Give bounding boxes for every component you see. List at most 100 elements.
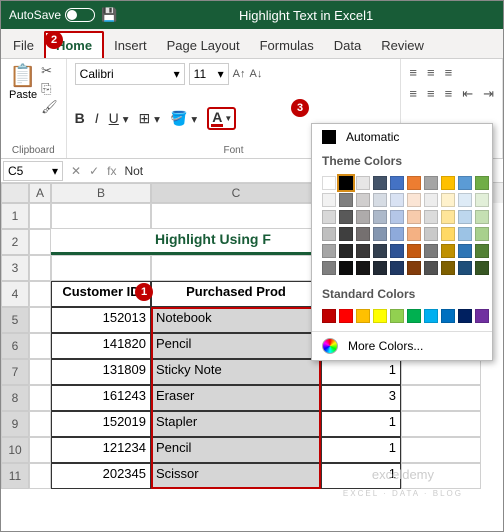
color-swatch[interactable] bbox=[373, 210, 387, 224]
row-header[interactable]: 1 bbox=[1, 203, 29, 229]
save-icon[interactable]: 💾 bbox=[101, 7, 117, 23]
color-swatch[interactable] bbox=[390, 227, 404, 241]
cell-product[interactable]: Scissor bbox=[151, 463, 321, 489]
italic-button[interactable]: I bbox=[95, 110, 99, 126]
color-swatch[interactable] bbox=[322, 193, 336, 207]
cell-qty[interactable]: 1 bbox=[321, 359, 401, 385]
color-swatch[interactable] bbox=[441, 244, 455, 258]
color-swatch[interactable] bbox=[356, 309, 370, 323]
color-swatch[interactable] bbox=[356, 210, 370, 224]
font-name-select[interactable]: Calibri▾ bbox=[75, 63, 185, 85]
bold-button[interactable]: B bbox=[75, 110, 85, 126]
fx-icon[interactable]: fx bbox=[107, 164, 116, 178]
cell-id[interactable]: 152013 bbox=[51, 307, 151, 333]
color-swatch[interactable] bbox=[475, 244, 489, 258]
cancel-icon[interactable]: ✕ bbox=[71, 164, 81, 178]
row-header[interactable]: 9 bbox=[1, 411, 29, 437]
color-swatch[interactable] bbox=[339, 227, 353, 241]
color-swatch[interactable] bbox=[390, 176, 404, 190]
color-swatch[interactable] bbox=[322, 309, 336, 323]
align-right-icon[interactable]: ≡ bbox=[445, 86, 453, 102]
align-left-icon[interactable]: ≡ bbox=[409, 86, 417, 102]
cut-icon[interactable]: ✂ bbox=[41, 63, 58, 79]
row-header[interactable]: 2 bbox=[1, 229, 29, 255]
copy-icon[interactable]: ⎘ bbox=[41, 81, 58, 97]
color-swatch[interactable] bbox=[458, 176, 472, 190]
color-swatch[interactable] bbox=[458, 210, 472, 224]
color-swatch[interactable] bbox=[390, 193, 404, 207]
tab-page-layout[interactable]: Page Layout bbox=[157, 33, 250, 58]
color-swatch[interactable] bbox=[356, 193, 370, 207]
color-swatch[interactable] bbox=[441, 261, 455, 275]
tab-insert[interactable]: Insert bbox=[104, 33, 157, 58]
cell-qty[interactable]: 1 bbox=[321, 463, 401, 489]
align-top-icon[interactable]: ≡ bbox=[409, 65, 417, 80]
borders-button[interactable]: ⊞ ▾ bbox=[139, 110, 160, 127]
enter-icon[interactable]: ✓ bbox=[89, 164, 99, 178]
color-swatch[interactable] bbox=[339, 309, 353, 323]
autosave-toggle[interactable]: AutoSave bbox=[9, 8, 95, 22]
color-swatch[interactable] bbox=[356, 227, 370, 241]
cell-id[interactable]: 131809 bbox=[51, 359, 151, 385]
cell-product[interactable]: Eraser bbox=[151, 385, 321, 411]
decrease-font-icon[interactable]: A↓ bbox=[250, 68, 263, 80]
toggle-pill[interactable] bbox=[65, 8, 95, 22]
row-header[interactable]: 3 bbox=[1, 255, 29, 281]
row-header[interactable]: 5 bbox=[1, 307, 29, 333]
color-swatch[interactable] bbox=[407, 261, 421, 275]
fill-color-button[interactable]: 🪣 ▾ bbox=[170, 110, 197, 127]
color-swatch[interactable] bbox=[373, 176, 387, 190]
color-swatch[interactable] bbox=[373, 309, 387, 323]
color-swatch[interactable] bbox=[322, 176, 336, 190]
row-header[interactable]: 4 bbox=[1, 281, 29, 307]
color-swatch[interactable] bbox=[458, 261, 472, 275]
color-swatch[interactable] bbox=[458, 193, 472, 207]
cell-product[interactable]: Pencil bbox=[151, 437, 321, 463]
color-swatch[interactable] bbox=[390, 309, 404, 323]
color-swatch[interactable] bbox=[458, 244, 472, 258]
color-swatch[interactable] bbox=[373, 244, 387, 258]
row-header[interactable]: 8 bbox=[1, 385, 29, 411]
color-swatch[interactable] bbox=[441, 193, 455, 207]
row-header[interactable]: 10 bbox=[1, 437, 29, 463]
color-swatch[interactable] bbox=[424, 176, 438, 190]
color-swatch[interactable] bbox=[390, 244, 404, 258]
tab-review[interactable]: Review bbox=[371, 33, 434, 58]
color-swatch[interactable] bbox=[373, 261, 387, 275]
color-swatch[interactable] bbox=[339, 210, 353, 224]
color-swatch[interactable] bbox=[424, 244, 438, 258]
color-swatch[interactable] bbox=[322, 244, 336, 258]
automatic-color[interactable]: Automatic bbox=[312, 124, 492, 150]
color-swatch[interactable] bbox=[441, 176, 455, 190]
color-swatch[interactable] bbox=[339, 176, 353, 190]
cell-id[interactable]: 202345 bbox=[51, 463, 151, 489]
cell-id[interactable]: 161243 bbox=[51, 385, 151, 411]
align-middle-icon[interactable]: ≡ bbox=[427, 65, 435, 80]
row-header[interactable]: 7 bbox=[1, 359, 29, 385]
color-swatch[interactable] bbox=[475, 227, 489, 241]
increase-font-icon[interactable]: A↑ bbox=[233, 68, 246, 80]
color-swatch[interactable] bbox=[407, 193, 421, 207]
col-header-c[interactable]: C bbox=[151, 183, 321, 203]
color-swatch[interactable] bbox=[407, 176, 421, 190]
color-swatch[interactable] bbox=[339, 261, 353, 275]
color-swatch[interactable] bbox=[407, 244, 421, 258]
color-swatch[interactable] bbox=[390, 261, 404, 275]
color-swatch[interactable] bbox=[373, 193, 387, 207]
color-swatch[interactable] bbox=[356, 176, 370, 190]
color-swatch[interactable] bbox=[407, 227, 421, 241]
color-swatch[interactable] bbox=[441, 227, 455, 241]
color-swatch[interactable] bbox=[475, 210, 489, 224]
formula-value[interactable]: Not bbox=[124, 164, 143, 178]
col-header-a[interactable]: A bbox=[29, 183, 51, 203]
color-swatch[interactable] bbox=[322, 210, 336, 224]
tab-formulas[interactable]: Formulas bbox=[250, 33, 324, 58]
color-swatch[interactable] bbox=[424, 210, 438, 224]
color-swatch[interactable] bbox=[322, 227, 336, 241]
format-painter-icon[interactable]: 🖌 bbox=[41, 99, 58, 115]
color-swatch[interactable] bbox=[339, 244, 353, 258]
color-swatch[interactable] bbox=[407, 210, 421, 224]
indent-increase-icon[interactable]: ⇥ bbox=[483, 86, 494, 102]
align-bottom-icon[interactable]: ≡ bbox=[445, 65, 453, 80]
color-swatch[interactable] bbox=[424, 193, 438, 207]
